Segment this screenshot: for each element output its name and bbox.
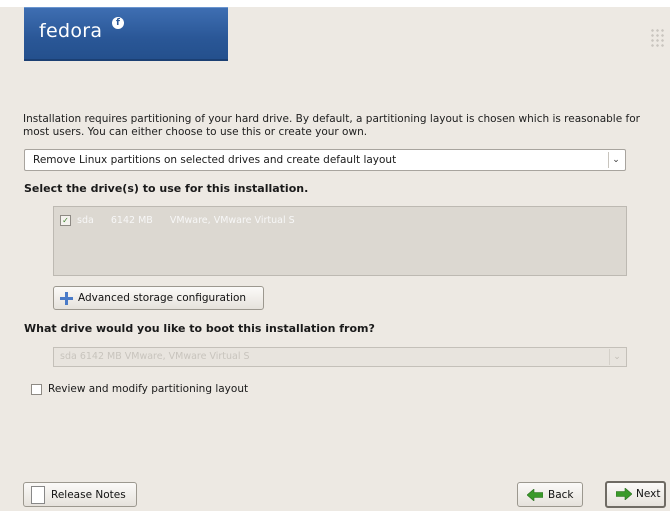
- boot-drive-select[interactable]: sda 6142 MB VMware, VMware Virtual S ⌄: [53, 347, 627, 367]
- arrow-left-icon: [527, 489, 543, 501]
- arrow-right-icon: [616, 488, 632, 500]
- release-notes-button[interactable]: Release Notes: [23, 482, 137, 507]
- boot-drive-value: sda 6142 MB VMware, VMware Virtual S: [60, 351, 250, 362]
- review-checkbox[interactable]: [31, 383, 42, 395]
- drives-label: Select the drive(s) to use for this inst…: [24, 182, 309, 195]
- plus-icon: [60, 292, 73, 305]
- partition-layout-value: Remove Linux partitions on selected driv…: [33, 154, 397, 166]
- review-checkbox-label: Review and modify partitioning layout: [48, 383, 249, 395]
- list-item[interactable]: ✓ sda 6142 MB VMware, VMware Virtual S: [60, 215, 309, 226]
- fedora-logo-text: fedora: [39, 20, 103, 42]
- top-strip: [0, 0, 670, 7]
- fedora-logo-icon: f: [112, 17, 124, 29]
- drive-checkbox[interactable]: ✓: [60, 215, 71, 226]
- drive-list[interactable]: ✓ sda 6142 MB VMware, VMware Virtual S: [53, 206, 627, 276]
- chevron-down-icon[interactable]: ⌄: [609, 349, 624, 365]
- intro-text: Installation requires partitioning of yo…: [23, 113, 640, 138]
- release-notes-label: Release Notes: [51, 489, 126, 501]
- advanced-storage-label: Advanced storage configuration: [78, 292, 247, 304]
- back-button[interactable]: Back: [517, 482, 583, 507]
- decorative-dots-icon: [650, 28, 664, 48]
- drive-name: sda: [77, 215, 94, 226]
- chevron-down-icon[interactable]: ⌄: [608, 152, 623, 168]
- next-button[interactable]: Next: [605, 481, 666, 508]
- drive-size: 6142 MB: [110, 215, 153, 226]
- review-checkbox-row[interactable]: Review and modify partitioning layout: [31, 383, 248, 395]
- boot-drive-label: What drive would you like to boot this i…: [24, 322, 375, 335]
- document-icon: [31, 486, 45, 504]
- back-label: Back: [548, 489, 574, 501]
- next-label: Next: [636, 488, 661, 500]
- advanced-storage-button[interactable]: Advanced storage configuration: [53, 286, 264, 310]
- fedora-banner: fedora f: [24, 7, 228, 61]
- drive-model: VMware, VMware Virtual S: [169, 215, 295, 226]
- partition-layout-select[interactable]: Remove Linux partitions on selected driv…: [24, 149, 626, 171]
